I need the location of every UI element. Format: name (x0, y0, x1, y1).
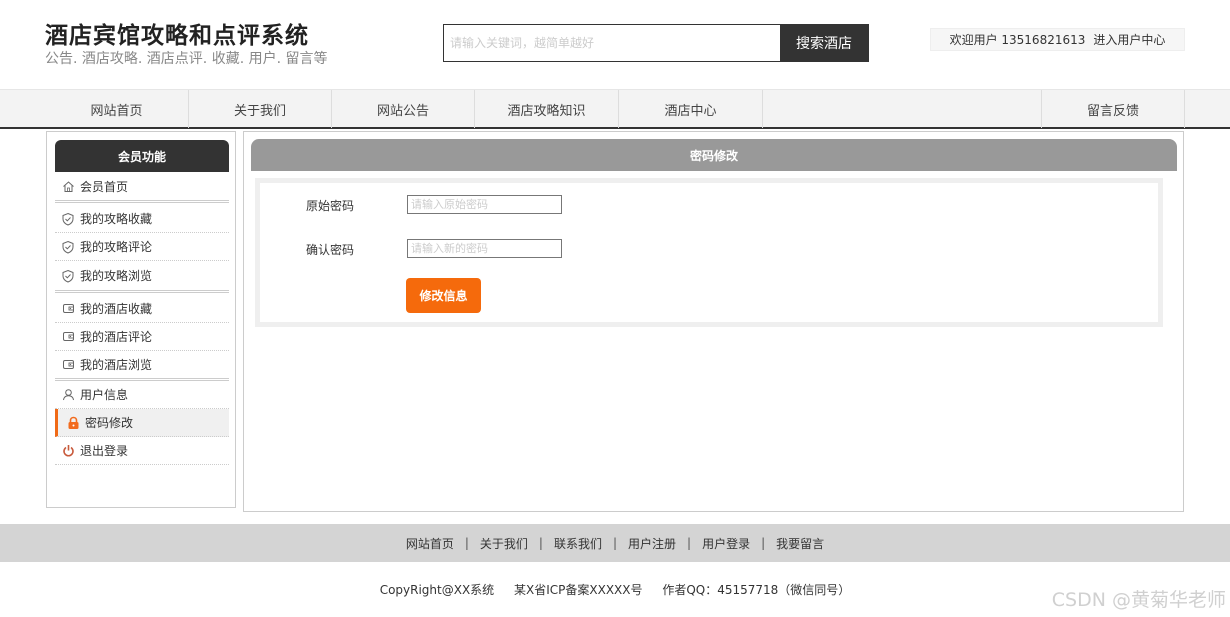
sidebar-item-label: 我的攻略收藏 (80, 212, 153, 226)
wallet-icon (61, 358, 75, 372)
site-title: 酒店宾馆攻略和点评系统 (45, 23, 309, 49)
new-password-label: 确认密码 (306, 243, 355, 257)
footer-separator: | (538, 536, 543, 550)
sidebar-item-label: 退出登录 (80, 444, 129, 458)
nav-item-feedback[interactable]: 留言反馈 (1041, 90, 1185, 128)
search-button[interactable]: 搜索酒店 (780, 25, 868, 61)
author-text: 作者QQ：45157718（微信同号） (662, 583, 851, 597)
sidebar-item-label: 用户信息 (80, 388, 129, 402)
search-input[interactable] (444, 25, 780, 61)
nav-item-home[interactable]: 网站首页 (45, 90, 189, 128)
user-icon (61, 388, 75, 402)
footer-separator: | (612, 536, 618, 550)
footer-nav: 网站首页 | 关于我们 | 联系我们 | 用户注册 | 用户登录 | 我要留言 (0, 524, 1230, 562)
shield-icon (61, 212, 75, 226)
new-password-input[interactable] (407, 239, 562, 258)
old-password-label: 原始密码 (306, 199, 355, 213)
sidebar-item-hotel-history[interactable]: 我的酒店浏览 (55, 351, 229, 381)
wallet-icon (61, 302, 75, 316)
sidebar-item-hotel-comments[interactable]: 我的酒店评论 (55, 323, 229, 351)
panel-title: 密码修改 (251, 139, 1177, 171)
welcome-text: 欢迎用户 13516821613 (949, 33, 1086, 47)
site-subtitle: 公告. 酒店攻略. 酒店点评. 收藏. 用户. 留言等 (45, 51, 328, 67)
sidebar-item-label: 密码修改 (85, 416, 134, 430)
search-box: 搜索酒店 (443, 24, 869, 62)
member-sidebar: 会员功能 会员首页 我的攻略收藏 我的攻略评论 我的攻略浏览 我的酒店收藏 我的… (46, 131, 236, 508)
wallet-icon (61, 330, 75, 344)
sidebar-item-hotel-favorites[interactable]: 我的酒店收藏 (55, 295, 229, 323)
sidebar-item-logout[interactable]: 退出登录 (55, 437, 229, 465)
power-icon (61, 444, 75, 458)
footer-separator: | (687, 536, 692, 550)
copyright-text: CopyRight@XX系统 (379, 583, 495, 597)
shield-icon (61, 269, 75, 283)
watermark: CSDN @黄菊华老师 (1051, 589, 1226, 611)
sidebar-item-member-home[interactable]: 会员首页 (55, 173, 229, 203)
home-icon (61, 180, 75, 194)
sidebar-item-user-info[interactable]: 用户信息 (55, 381, 229, 409)
sidebar-item-password[interactable]: 密码修改 (55, 409, 229, 437)
footer-separator: | (464, 536, 469, 550)
sidebar-item-guide-comments[interactable]: 我的攻略评论 (55, 233, 229, 261)
footer-link-home[interactable]: 网站首页 (406, 535, 454, 552)
lock-icon (66, 416, 80, 430)
footer-separator: | (761, 536, 766, 550)
sidebar-item-guide-history[interactable]: 我的攻略浏览 (55, 261, 229, 293)
sidebar-item-label: 我的攻略评论 (80, 240, 153, 254)
footer-link-login[interactable]: 用户登录 (702, 535, 750, 552)
shield-icon (61, 240, 75, 254)
sidebar-item-label: 我的攻略浏览 (80, 269, 153, 283)
sidebar-title: 会员功能 (55, 140, 229, 172)
main-panel: 密码修改 原始密码 确认密码 修改信息 (243, 131, 1184, 512)
icp-text: 某X省ICP备案XXXXX号 (514, 583, 643, 597)
user-center-link[interactable]: 进入用户中心 (1093, 31, 1165, 48)
nav-item-notice[interactable]: 网站公告 (332, 90, 475, 128)
footer-link-contact[interactable]: 联系我们 (554, 535, 602, 552)
main-nav: 网站首页 关于我们 网站公告 酒店攻略知识 酒店中心 留言反馈 (0, 89, 1230, 129)
nav-item-hotel[interactable]: 酒店中心 (619, 90, 763, 128)
sidebar-item-guide-favorites[interactable]: 我的攻略收藏 (55, 205, 229, 233)
sidebar-item-label: 我的酒店评论 (80, 330, 153, 344)
sidebar-item-label: 会员首页 (80, 180, 129, 194)
nav-item-guide[interactable]: 酒店攻略知识 (475, 90, 619, 128)
old-password-input[interactable] (407, 195, 562, 214)
footer-link-message[interactable]: 我要留言 (776, 535, 824, 552)
footer-link-register[interactable]: 用户注册 (628, 535, 676, 552)
sidebar-item-label: 我的酒店浏览 (80, 358, 153, 372)
password-form: 原始密码 确认密码 修改信息 (255, 178, 1163, 327)
nav-item-about[interactable]: 关于我们 (189, 90, 332, 128)
footer-link-about[interactable]: 关于我们 (480, 535, 528, 552)
submit-button[interactable]: 修改信息 (406, 278, 481, 313)
welcome-bar: 欢迎用户 13516821613 进入用户中心 (930, 28, 1185, 51)
sidebar-item-label: 我的酒店收藏 (80, 302, 153, 316)
copyright-line: CopyRight@XX系统 某X省ICP备案XXXXX号 作者QQ：45157… (0, 581, 1230, 598)
